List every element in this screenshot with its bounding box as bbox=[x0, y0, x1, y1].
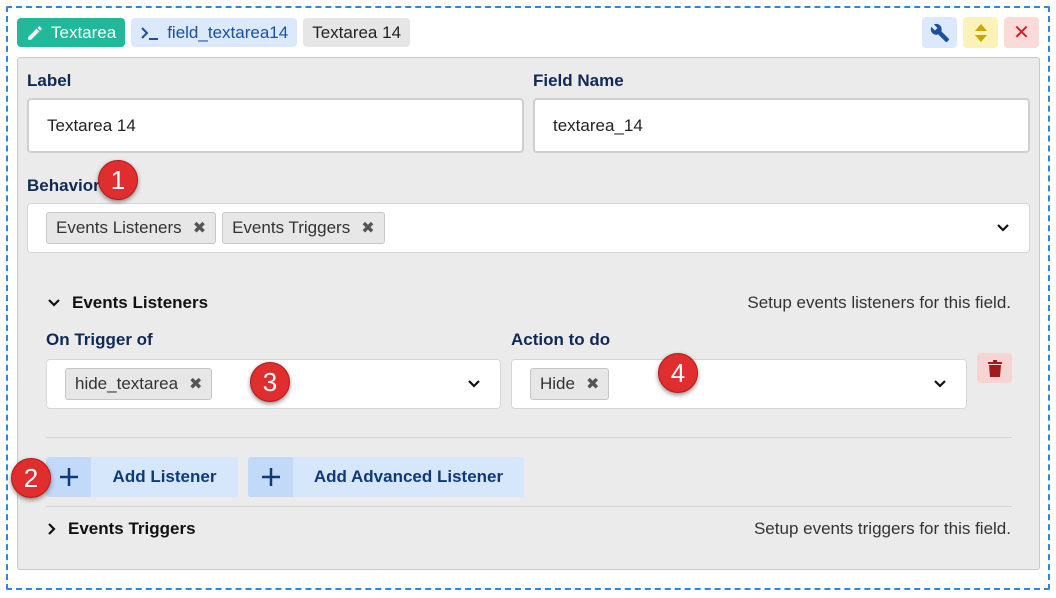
trash-icon bbox=[987, 359, 1002, 377]
sort-icon bbox=[974, 23, 987, 42]
listeners-divider bbox=[46, 437, 1012, 438]
behaviors-select[interactable]: Events Listeners ✖ Events Triggers ✖ bbox=[27, 203, 1030, 253]
trigger-tag: hide_textarea ✖ bbox=[65, 368, 213, 400]
delete-listener-button[interactable] bbox=[977, 353, 1012, 383]
action-title: Action to do bbox=[511, 330, 611, 349]
field-label-chip: Textarea 14 bbox=[303, 18, 411, 47]
remove-tag-icon[interactable]: ✖ bbox=[361, 218, 374, 238]
fieldname-field-title: Field Name bbox=[533, 71, 624, 90]
plus-icon bbox=[46, 457, 91, 497]
events-triggers-toggle[interactable]: Events Triggers bbox=[48, 519, 196, 539]
pencil-icon bbox=[28, 25, 42, 40]
triggers-divider bbox=[46, 506, 1012, 507]
events-listeners-toggle[interactable]: Events Listeners bbox=[48, 293, 208, 313]
field-label-text: Textarea 14 bbox=[312, 22, 402, 42]
events-listeners-description: Setup events listeners for this field. bbox=[747, 293, 1011, 312]
field-tools: ✕ bbox=[922, 17, 1039, 48]
chevron-down-icon[interactable] bbox=[468, 380, 480, 388]
field-type-chip: Textarea bbox=[17, 18, 126, 47]
add-listener-label: Add Listener bbox=[112, 467, 217, 486]
settings-button[interactable] bbox=[922, 17, 957, 48]
close-icon: ✕ bbox=[1013, 22, 1030, 44]
chevron-right-icon bbox=[48, 523, 56, 535]
plus-icon bbox=[248, 457, 293, 497]
reorder-button[interactable] bbox=[963, 17, 998, 48]
chevron-down-icon[interactable] bbox=[997, 224, 1009, 232]
events-triggers-title: Events Triggers bbox=[68, 519, 196, 538]
behavior-tag-triggers: Events Triggers ✖ bbox=[222, 212, 385, 244]
annotation-badge-1: 1 bbox=[98, 160, 138, 200]
remove-field-button[interactable]: ✕ bbox=[1004, 17, 1039, 48]
behaviors-title: Behaviors bbox=[27, 176, 110, 195]
chevron-down-icon[interactable] bbox=[934, 380, 946, 388]
fieldname-input[interactable]: textarea_14 bbox=[533, 98, 1030, 153]
behavior-tag-label: Events Triggers bbox=[232, 218, 351, 237]
action-tag: Hide ✖ bbox=[530, 368, 610, 400]
action-tag-label: Hide bbox=[540, 374, 575, 393]
annotation-badge-3: 3 bbox=[250, 362, 290, 402]
events-triggers-description: Setup events triggers for this field. bbox=[753, 519, 1011, 538]
wrench-icon bbox=[930, 23, 949, 42]
field-type-label: Textarea bbox=[51, 22, 117, 42]
chevron-down-icon bbox=[48, 299, 60, 307]
behavior-tag-listeners: Events Listeners ✖ bbox=[46, 212, 217, 244]
label-field-title: Label bbox=[27, 71, 72, 90]
remove-tag-icon[interactable]: ✖ bbox=[586, 374, 599, 394]
remove-tag-icon[interactable]: ✖ bbox=[189, 374, 202, 394]
add-listener-button[interactable]: Add Listener bbox=[46, 457, 238, 497]
action-select[interactable]: Hide ✖ bbox=[511, 359, 967, 409]
events-listeners-title: Events Listeners bbox=[72, 293, 209, 312]
annotation-badge-2: 2 bbox=[11, 458, 51, 498]
add-advanced-listener-button[interactable]: Add Advanced Listener bbox=[248, 457, 524, 497]
trigger-tag-label: hide_textarea bbox=[75, 374, 179, 393]
field-header-chips: Textarea field_textarea14 Textarea 14 bbox=[17, 18, 411, 48]
behavior-tag-label: Events Listeners bbox=[56, 218, 182, 237]
label-input[interactable]: Textarea 14 bbox=[27, 98, 524, 153]
trigger-title: On Trigger of bbox=[46, 330, 153, 349]
field-name-chip: field_textarea14 bbox=[131, 18, 298, 47]
annotation-badge-4: 4 bbox=[658, 353, 698, 393]
add-advanced-listener-label: Add Advanced Listener bbox=[313, 467, 504, 486]
field-name-label: field_textarea14 bbox=[167, 22, 289, 42]
remove-tag-icon[interactable]: ✖ bbox=[193, 218, 206, 238]
field-settings-panel: Label Textarea 14 Field Name textarea_14… bbox=[17, 57, 1040, 570]
terminal-icon bbox=[141, 26, 159, 40]
